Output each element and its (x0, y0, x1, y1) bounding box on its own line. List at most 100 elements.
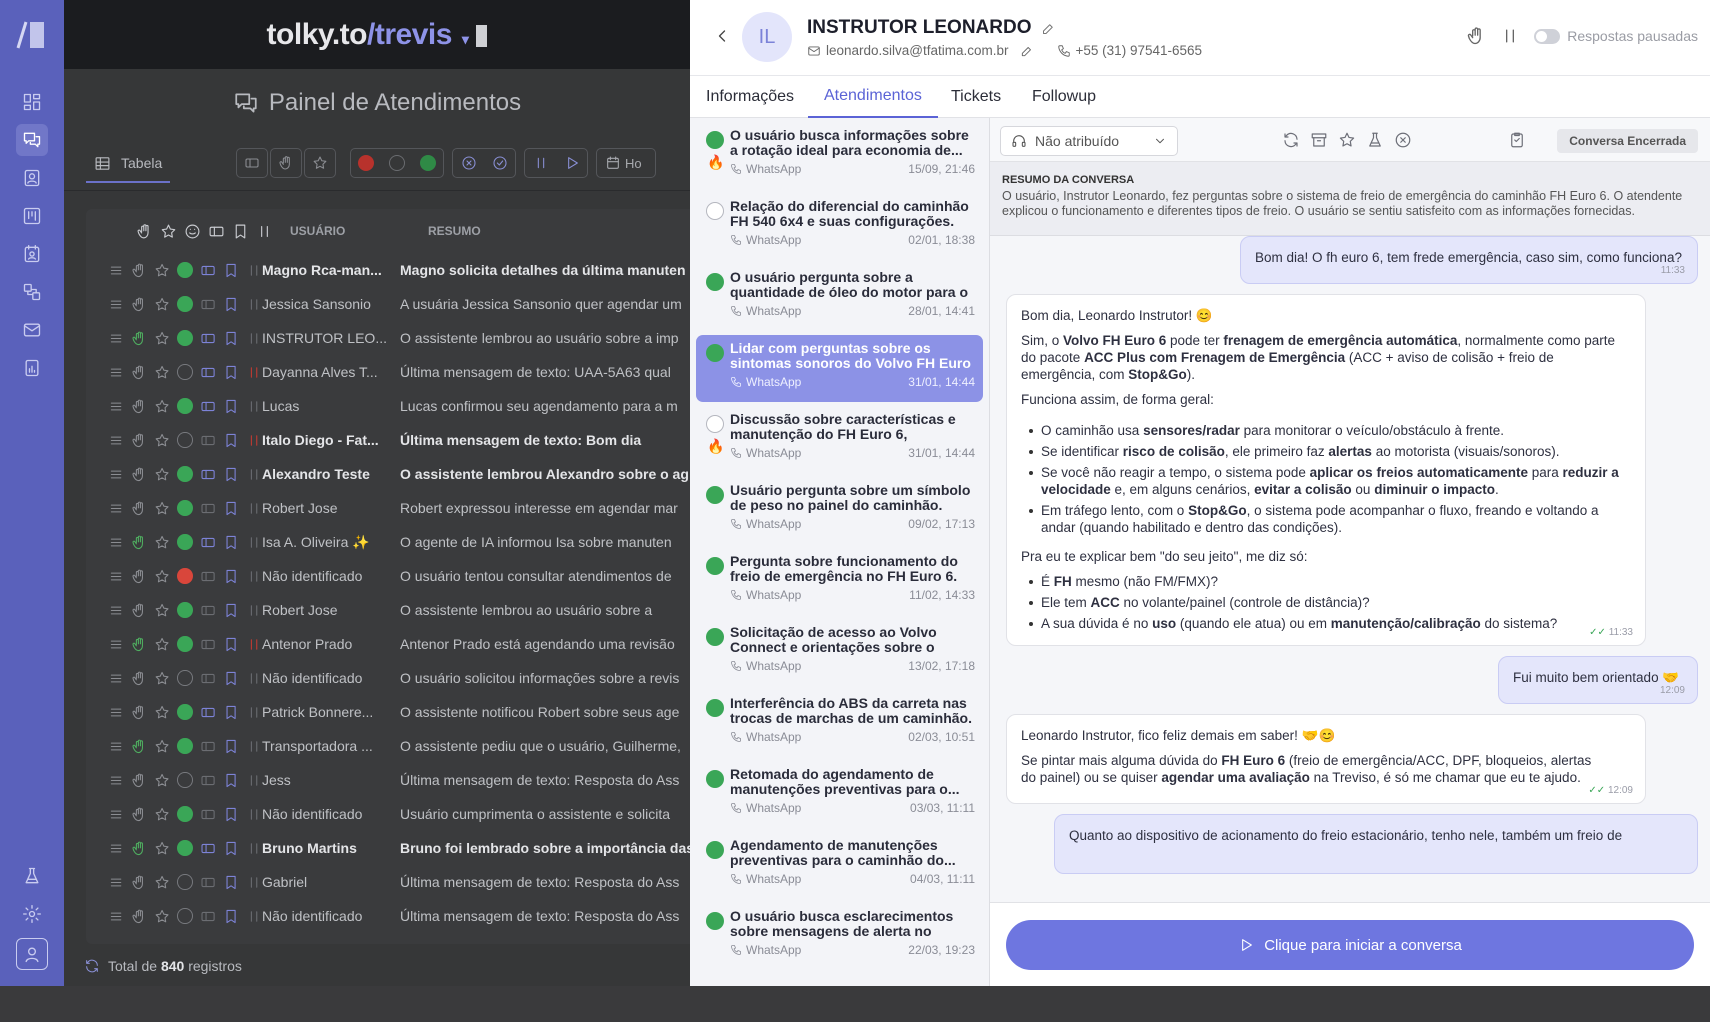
table-row[interactable]: Isa A. Oliveira ✨ O agente de IA informo… (86, 525, 690, 559)
ticket-filter-button[interactable] (236, 148, 268, 178)
table-row[interactable]: Transportadora ... O assistente pediu qu… (86, 729, 690, 763)
ticket-icon (201, 911, 215, 921)
hand-icon (132, 909, 144, 923)
status-dot (706, 628, 724, 646)
contact-email[interactable]: leonardo.silva@tfatima.com.br (826, 43, 1009, 58)
back-icon[interactable] (712, 26, 732, 46)
table-row[interactable]: Bruno Martins Bruno foi lembrado sobre a… (86, 831, 690, 865)
edit-name-icon[interactable] (1041, 21, 1056, 36)
transfer-icon[interactable] (1282, 131, 1300, 149)
app-logo[interactable] (14, 18, 50, 52)
table-row[interactable]: Patrick Bonnere... O assistente notifico… (86, 695, 690, 729)
table-row[interactable]: INSTRUTOR LEO... O assistente lembrou ao… (86, 321, 690, 355)
pause-play-group[interactable] (524, 148, 588, 178)
table-row[interactable]: Jessica Sansonio A usuária Jessica Sanso… (86, 287, 690, 321)
workspace-selector[interactable]: tolky.to/trevis ▾ (267, 18, 488, 52)
assignee-select[interactable]: Não atribuído (1000, 126, 1178, 156)
mail-icon (807, 44, 821, 58)
table-row[interactable]: Gabriel Última mensagem de texto: Respos… (86, 865, 690, 899)
table-row[interactable]: Não identificado O usuário tentou consul… (86, 559, 690, 593)
row-summary: Antenor Prado está agendando uma revisão (400, 636, 675, 652)
status-dot (706, 415, 724, 433)
phone-icon (731, 945, 741, 955)
sentiment-filter-group[interactable] (350, 148, 444, 178)
table-row[interactable]: Antenor Prado Antenor Prado está agendan… (86, 627, 690, 661)
conversation-item[interactable]: Retomada do agendamento de manutenções p… (696, 761, 983, 828)
conversation-item[interactable]: Agendamento de manutenções preventivas p… (696, 832, 983, 899)
tab-table[interactable]: Tabela (86, 145, 171, 183)
conversation-item[interactable]: 🔥 O usuário busca informações sobre a ro… (696, 122, 983, 189)
conversation-item[interactable]: O usuário pergunta sobre a quantidade de… (696, 264, 983, 331)
date-filter-button[interactable]: Ho (596, 148, 656, 178)
contact-phone[interactable]: +55 (31) 97541-6565 (1076, 43, 1202, 58)
table-toolbar: Tabela Ho (64, 137, 690, 191)
pause-responses-toggle[interactable]: Respostas pausadas (1534, 28, 1698, 44)
conversation-closed-badge[interactable]: Conversa Encerrada (1557, 129, 1698, 153)
star-icon (155, 875, 169, 888)
pause-icon[interactable] (1500, 26, 1520, 46)
star-filter-button[interactable] (304, 148, 336, 178)
table-row[interactable]: Jess Última mensagem de texto: Resposta … (86, 763, 690, 797)
archive-icon[interactable] (1310, 131, 1328, 149)
table-row[interactable]: Robert Jose O assistente lembrou ao usuá… (86, 593, 690, 627)
hand-icon (132, 875, 144, 889)
mail-icon[interactable] (16, 314, 48, 346)
row-user: Isa A. Oliveira ✨ (262, 533, 370, 550)
column-summary[interactable]: RESUMO (420, 224, 690, 238)
row-summary: Última mensagem de texto: UAA-5A63 qual (400, 364, 671, 380)
hand-icon (132, 331, 144, 345)
ticket-icon (201, 673, 215, 683)
clipboard-icon[interactable] (1508, 131, 1526, 149)
message-assistant: Leonardo Instrutor, fico feliz demais em… (1006, 714, 1646, 804)
table-row[interactable]: Alexandro Teste O assistente lembrou Ale… (86, 457, 690, 491)
table-row[interactable]: Robert Jose Robert expressou interesse e… (86, 491, 690, 525)
chat-panel-icon[interactable] (16, 124, 48, 156)
table-row[interactable]: Não identificado Última mensagem de text… (86, 899, 690, 933)
column-user[interactable]: USUÁRIO (290, 224, 420, 238)
contacts-icon[interactable] (16, 162, 48, 194)
row-user: Patrick Bonnere... (262, 704, 374, 720)
kanban-icon[interactable] (16, 200, 48, 232)
star-icon (155, 365, 169, 378)
hand-icon[interactable] (1466, 26, 1486, 46)
sentiment-dot (177, 568, 193, 584)
conversation-item[interactable]: Interferência do ABS da carreta nas troc… (696, 690, 983, 757)
table-row[interactable]: Italo Diego - Fat... Última mensagem de … (86, 423, 690, 457)
tab-informacoes[interactable]: Informações (690, 76, 810, 118)
tab-atendimentos[interactable]: Atendimentos (808, 76, 938, 118)
conversation-item[interactable]: Solicitação de acesso ao Volvo Connect e… (696, 619, 983, 686)
row-user: Não identificado (262, 670, 363, 686)
table-row[interactable]: Lucas Lucas confirmou seu agendamento pa… (86, 389, 690, 423)
integrations-icon[interactable] (16, 276, 48, 308)
table-row[interactable]: Dayanna Alves T... Última mensagem de te… (86, 355, 690, 389)
conversation-list: 🔥 O usuário busca informações sobre a ro… (690, 118, 990, 986)
profile-icon[interactable] (16, 938, 48, 970)
lab-icon[interactable] (16, 860, 48, 892)
dashboard-icon[interactable] (16, 86, 48, 118)
conversation-item[interactable]: O usuário busca esclarecimentos sobre me… (696, 903, 983, 970)
edit-email-icon[interactable] (1020, 44, 1034, 58)
conversation-item[interactable]: 🔥 Discussão sobre características e manu… (696, 406, 983, 473)
conversation-item[interactable]: Pergunta sobre funcionamento do freio de… (696, 548, 983, 615)
close-circle-icon[interactable] (1394, 131, 1412, 149)
hand-filter-button[interactable] (270, 148, 302, 178)
pause-icon (250, 332, 258, 344)
settings-icon[interactable] (16, 898, 48, 930)
bookmark-icon (226, 399, 236, 413)
table-row[interactable]: Magno Rca-man... Magno solicita detalhes… (86, 253, 690, 287)
status-filter-group[interactable] (452, 148, 516, 178)
tab-followup[interactable]: Followup (1016, 76, 1112, 118)
star-icon[interactable] (1338, 131, 1356, 149)
conversation-item[interactable]: Relação do diferencial do caminhão FH 54… (696, 193, 983, 260)
tab-tickets[interactable]: Tickets (935, 76, 1017, 118)
reports-icon[interactable] (16, 352, 48, 384)
table-row[interactable]: Não identificado O usuário solicitou inf… (86, 661, 690, 695)
lab-icon[interactable] (1366, 131, 1384, 149)
phone-icon (731, 306, 741, 316)
start-conversation-button[interactable]: Clique para iniciar a conversa (1006, 920, 1694, 970)
conversation-item[interactable]: Usuário pergunta sobre um símbolo de pes… (696, 477, 983, 544)
table-row[interactable]: Não identificado Usuário cumprimenta o a… (86, 797, 690, 831)
calendar-user-icon[interactable] (16, 238, 48, 270)
pause-icon (250, 774, 258, 786)
conversation-item[interactable]: Lidar com perguntas sobre os sintomas so… (696, 335, 983, 402)
